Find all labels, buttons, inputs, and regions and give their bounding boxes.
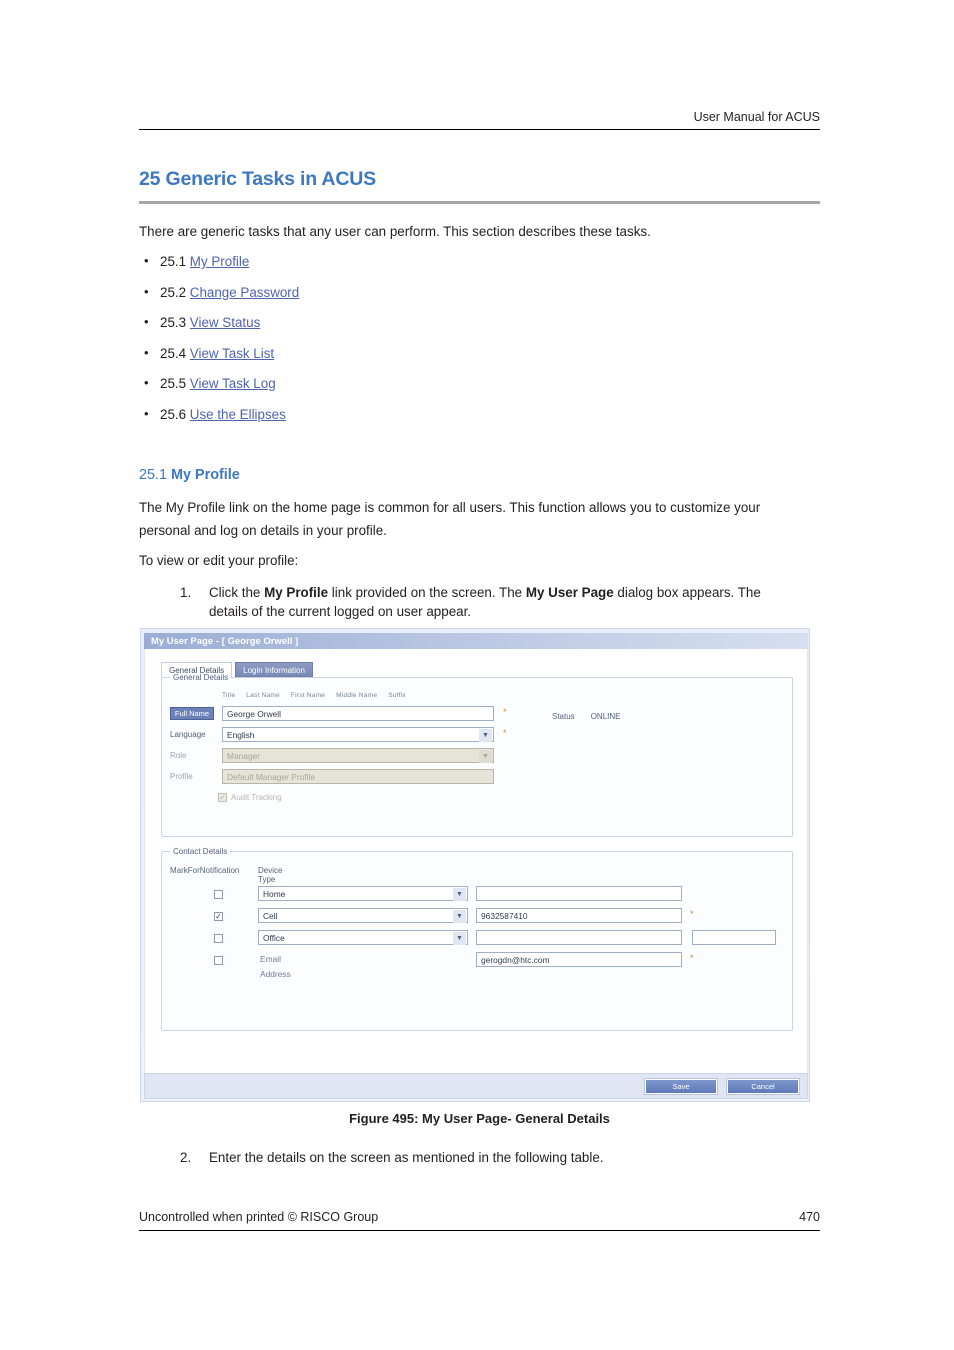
status-badge: ONLINE — [590, 712, 621, 721]
required-marker: * — [503, 707, 507, 717]
step-text: Click the My Profile link provided on th… — [209, 585, 761, 620]
document-page: User Manual for ACUS 25 Generic Tasks in… — [139, 0, 820, 1350]
intro-paragraph: There are generic tasks that any user ca… — [139, 224, 651, 239]
col-last-name: Last Name — [246, 692, 280, 699]
toc-number: 25.3 — [160, 315, 187, 331]
chevron-down-icon[interactable]: ▼ — [453, 888, 466, 901]
device-type-select[interactable]: Cell ▼ — [258, 908, 468, 923]
toc-number: 25.5 — [160, 376, 187, 392]
name-column-headers: Title Last Name First Name Middle Name Suffi… — [222, 692, 417, 699]
notify-checkbox[interactable] — [214, 934, 223, 943]
status-label: Status — [552, 712, 575, 721]
figure-caption: Figure 495: My User Page- General Detail… — [349, 1111, 610, 1126]
language-select[interactable]: English ▼ — [222, 727, 494, 742]
section-link-list: 25.1 My Profile 25.2 Change Password 25.… — [139, 251, 820, 436]
required-marker: * — [690, 953, 694, 963]
panel-contact-details: Contact Details MarkForNotification Devi… — [161, 847, 793, 1031]
save-button[interactable]: Save — [644, 1078, 718, 1095]
profile-field: Default Manager Profile — [222, 769, 494, 784]
window-titlebar: My User Page - [ George Orwell ] — [144, 633, 808, 649]
label-language: Language — [170, 730, 206, 739]
step-number: 1. — [180, 585, 192, 600]
col-middle-name: Middle Name — [336, 692, 378, 699]
list-item: 25.3 View Status — [139, 312, 820, 333]
device-type-select[interactable]: Office ▼ — [258, 930, 468, 945]
label-role: Role — [170, 751, 187, 760]
document-footer: Uncontrolled when printed © RISCO Group … — [139, 1210, 820, 1231]
numbered-step-2: 2. Enter the details on the screen as men… — [180, 1148, 820, 1167]
list-item: 25.1 My Profile — [139, 251, 820, 272]
col-first-name: First Name — [290, 692, 326, 699]
required-marker: * — [690, 909, 694, 919]
label-full-name[interactable]: Full Name — [170, 707, 214, 720]
numbered-step-1: 1. Click the My Profile link provided on … — [180, 583, 820, 622]
cancel-button[interactable]: Cancel — [726, 1078, 800, 1095]
body-paragraph-1: The My Profile link on the home page is … — [139, 500, 761, 538]
running-header: User Manual for ACUS — [139, 110, 820, 130]
panel-general-details: General Details Title Last Name First Name… — [161, 673, 793, 837]
subsection-title: My Profile — [171, 467, 240, 483]
body-paragraph-2: To view or edit your profile: — [139, 553, 299, 568]
dialog-footer: Save Cancel — [144, 1073, 808, 1099]
col-mark-for-notification: MarkForNotification — [170, 866, 240, 875]
toc-link-use-the-ellipses[interactable]: Use the Ellipses — [190, 407, 286, 422]
col-title: Title — [222, 692, 236, 699]
device-type-select[interactable]: Home ▼ — [258, 886, 468, 901]
chevron-down-icon[interactable]: ▼ — [479, 729, 492, 742]
audit-tracking-label: Audit Tracking — [231, 793, 282, 802]
audit-tracking-checkbox: ✓ — [218, 793, 227, 803]
subsection-number: 25.1 — [139, 467, 168, 483]
label-profile: Profile — [170, 772, 193, 781]
chevron-down-icon: ▼ — [479, 750, 492, 763]
footer-copyright: Uncontrolled when printed © RISCO Group — [139, 1210, 379, 1224]
toc-number: 25.2 — [160, 284, 187, 300]
toc-link-view-task-log[interactable]: View Task Log — [190, 376, 276, 391]
list-item: 25.6 Use the Ellipses — [139, 404, 820, 425]
toc-number: 25.1 — [160, 254, 187, 269]
status-block: Status ONLINE — [552, 712, 620, 721]
toc-number: 25.4 — [160, 345, 187, 361]
toc-link-change-password[interactable]: Change Password — [190, 285, 299, 300]
chevron-down-icon[interactable]: ▼ — [453, 910, 466, 923]
role-select: Manager ▼ — [222, 748, 494, 763]
panel-legend-general: General Details — [170, 673, 232, 682]
tab-login-information[interactable]: Login Information — [235, 662, 313, 677]
notify-checkbox[interactable] — [214, 956, 223, 965]
toc-link-view-task-list[interactable]: View Task List — [190, 346, 274, 361]
chevron-down-icon[interactable]: ▼ — [453, 932, 466, 945]
email-field[interactable]: gerogdn@htc.com — [476, 952, 682, 967]
toc-link-my-profile[interactable]: My Profile — [190, 254, 250, 269]
step-number: 2. — [180, 1150, 192, 1165]
device-value-field[interactable] — [476, 886, 682, 901]
device-value-field[interactable]: 9632587410 — [476, 908, 682, 923]
toc-number: 25.6 — [160, 407, 187, 423]
device-extension-field[interactable] — [692, 930, 776, 945]
list-item: 25.2 Change Password — [139, 282, 820, 303]
list-item: 25.4 View Task List — [139, 343, 820, 364]
audit-tracking-row: ✓ Audit Tracking — [218, 793, 282, 803]
page-number: 470 — [799, 1210, 820, 1224]
notify-checkbox[interactable] — [214, 890, 223, 899]
required-marker: * — [503, 728, 507, 738]
step-text: Enter the details on the screen as menti… — [209, 1150, 604, 1165]
email-address-label: Email Address — [260, 954, 291, 979]
notify-checkbox[interactable]: ✓ — [214, 912, 223, 921]
full-name-field[interactable]: George Orwell — [222, 706, 494, 721]
col-suffix: Suffix — [388, 692, 406, 699]
panel-legend-contact: Contact Details — [170, 847, 231, 856]
toc-link-view-status[interactable]: View Status — [190, 315, 260, 330]
figure-my-user-page-screenshot: My User Page - [ George Orwell ] General… — [140, 628, 810, 1102]
subsection-heading: 25.1 My Profile — [139, 467, 240, 483]
list-item: 25.5 View Task Log — [139, 373, 820, 394]
device-value-field[interactable] — [476, 930, 682, 945]
page-title: 25 Generic Tasks in ACUS — [139, 168, 820, 204]
col-device-type: Device Type — [258, 866, 283, 884]
